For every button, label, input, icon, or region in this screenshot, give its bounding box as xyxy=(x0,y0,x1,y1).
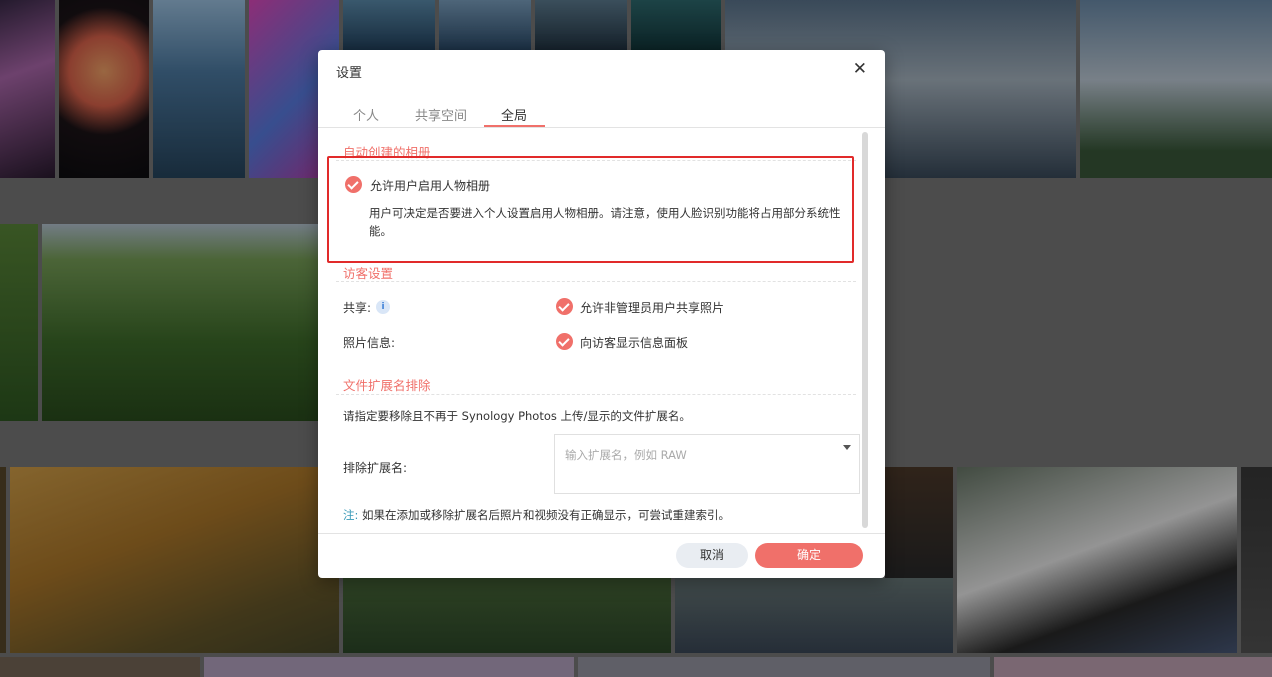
exclude-extension-placeholder: 输入扩展名，例如 RAW xyxy=(565,448,687,462)
photo-info-label: 照片信息: xyxy=(343,336,396,350)
divider xyxy=(336,281,856,282)
divider xyxy=(336,394,856,395)
chevron-down-icon[interactable] xyxy=(843,445,851,450)
photo-info-option-label[interactable]: 向访客显示信息面板 xyxy=(580,334,688,351)
scrollbar[interactable] xyxy=(862,132,868,528)
settings-dialog: 设置 ✕ 个人 共享空间 全局 自动创建的相册 允许用户启用人物相册 用户可决定… xyxy=(318,50,885,578)
share-option-label[interactable]: 允许非管理员用户共享照片 xyxy=(580,299,724,316)
active-tab-indicator xyxy=(484,125,545,127)
exclude-extension-label: 排除扩展名: xyxy=(343,461,408,475)
confirm-button[interactable]: 确定 xyxy=(755,543,863,568)
highlight-box xyxy=(327,156,854,263)
share-label: 共享: xyxy=(343,301,372,315)
dialog-footer: 取消 确定 xyxy=(318,533,885,578)
extension-intro-text: 请指定要移除且不再于 Synology Photos 上传/显示的文件扩展名。 xyxy=(343,409,691,423)
tab-bar: 个人 共享空间 全局 xyxy=(318,90,885,128)
section-extension-title: 文件扩展名排除 xyxy=(343,378,431,393)
tab-personal[interactable]: 个人 xyxy=(353,105,379,124)
tab-global[interactable]: 全局 xyxy=(501,105,527,124)
note-text: 注: 如果在添加或移除扩展名后照片和视频没有正确显示，可尝试重建索引。 xyxy=(343,507,730,523)
dialog-title: 设置 xyxy=(336,66,363,81)
tab-shared-space[interactable]: 共享空间 xyxy=(415,105,467,124)
cancel-button[interactable]: 取消 xyxy=(676,543,748,568)
exclude-extension-input[interactable]: 输入扩展名，例如 RAW xyxy=(554,434,860,494)
checkbox-checked-icon[interactable] xyxy=(556,333,573,350)
section-visitor-title: 访客设置 xyxy=(343,266,394,281)
checkbox-checked-icon[interactable] xyxy=(556,298,573,315)
close-icon[interactable]: ✕ xyxy=(853,59,867,79)
note-body: 如果在添加或移除扩展名后照片和视频没有正确显示，可尝试重建索引。 xyxy=(362,508,731,522)
note-label: 注: xyxy=(343,508,359,522)
info-icon[interactable]: i xyxy=(376,300,390,314)
